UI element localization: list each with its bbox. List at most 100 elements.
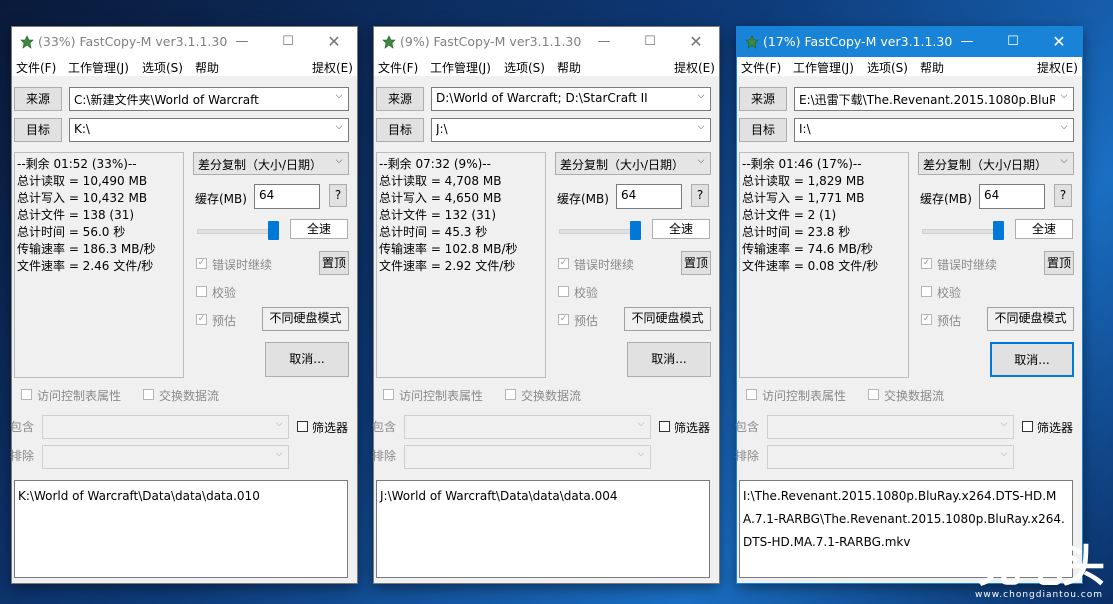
stream-checkbox[interactable] <box>505 389 516 400</box>
filter-checkbox[interactable] <box>297 421 308 432</box>
full-speed-button[interactable]: 全速 <box>652 219 710 239</box>
minimize-icon[interactable]: — <box>581 27 627 57</box>
menu-jobs[interactable]: 工作管理(J) <box>68 59 129 76</box>
menu-file[interactable]: 文件(F) <box>16 59 56 76</box>
copy-mode-select[interactable]: 差分复制（大小/日期） ⌵ <box>918 152 1074 175</box>
diff-disk-mode-box[interactable]: 不同硬盘模式 <box>262 307 349 331</box>
estimate-checkbox[interactable]: ✓ <box>558 314 569 325</box>
diff-disk-mode-box[interactable]: 不同硬盘模式 <box>987 307 1074 331</box>
help-button[interactable]: ? <box>1054 184 1072 207</box>
speed-slider-thumb[interactable] <box>993 221 1004 240</box>
maximize-icon[interactable]: ☐ <box>627 27 673 57</box>
chevron-down-icon[interactable]: ⌵ <box>273 419 285 429</box>
chevron-down-icon[interactable]: ⌵ <box>695 156 707 166</box>
chevron-down-icon[interactable]: ⌵ <box>333 156 345 166</box>
menu-jobs[interactable]: 工作管理(J) <box>793 59 854 76</box>
topmost-button[interactable]: 置顶 <box>681 251 711 275</box>
verify-checkbox[interactable] <box>921 286 932 297</box>
filter-checkbox[interactable] <box>659 421 670 432</box>
chevron-down-icon[interactable]: ⌵ <box>695 122 707 132</box>
menu-help[interactable]: 帮助 <box>557 59 581 76</box>
speed-slider-track[interactable] <box>197 229 279 234</box>
cancel-button[interactable]: 取消... <box>627 342 711 377</box>
chevron-down-icon[interactable]: ⌵ <box>1058 91 1070 101</box>
full-speed-button[interactable]: 全速 <box>1015 219 1073 239</box>
help-button[interactable]: ? <box>329 184 347 207</box>
include-combo[interactable]: ⌵ <box>767 415 1014 439</box>
chevron-down-icon[interactable]: ⌵ <box>998 419 1010 429</box>
menu-elevate[interactable]: 提权(E) <box>312 59 353 76</box>
diff-disk-mode-box[interactable]: 不同硬盘模式 <box>624 307 711 331</box>
stream-checkbox[interactable] <box>143 389 154 400</box>
menu-jobs[interactable]: 工作管理(J) <box>430 59 491 76</box>
source-path-combo[interactable]: E:\迅雷下载\The.Revenant.2015.1080p.BluRay ⌵ <box>794 87 1074 111</box>
cancel-button[interactable]: 取消... <box>990 342 1074 377</box>
menu-elevate[interactable]: 提权(E) <box>674 59 715 76</box>
title-bar[interactable]: (9%) FastCopy-M ver3.1.1.30 — ☐ ✕ <box>374 27 719 57</box>
close-icon[interactable]: ✕ <box>1036 27 1082 57</box>
menu-help[interactable]: 帮助 <box>920 59 944 76</box>
menu-options[interactable]: 选项(S) <box>867 59 908 76</box>
source-button[interactable]: 来源 <box>14 87 62 111</box>
menu-options[interactable]: 选项(S) <box>504 59 545 76</box>
minimize-icon[interactable]: — <box>219 27 265 57</box>
minimize-icon[interactable]: — <box>944 27 990 57</box>
help-button[interactable]: ? <box>691 184 709 207</box>
copy-mode-select[interactable]: 差分复制（大小/日期） ⌵ <box>193 152 349 175</box>
include-combo[interactable]: ⌵ <box>42 415 289 439</box>
maximize-icon[interactable]: ☐ <box>990 27 1036 57</box>
source-path-combo[interactable]: D:\World of Warcraft; D:\StarCraft II ⌵ <box>431 87 711 111</box>
topmost-button[interactable]: 置顶 <box>319 251 349 275</box>
speed-slider-thumb[interactable] <box>630 221 641 240</box>
menu-elevate[interactable]: 提权(E) <box>1037 59 1078 76</box>
dest-path-combo[interactable]: J:\ ⌵ <box>431 118 711 142</box>
verify-checkbox[interactable] <box>558 286 569 297</box>
exclude-combo[interactable]: ⌵ <box>42 445 289 469</box>
chevron-down-icon[interactable]: ⌵ <box>333 122 345 132</box>
acl-checkbox[interactable] <box>383 389 394 400</box>
continue-on-error-checkbox[interactable]: ✓ <box>196 258 207 269</box>
dest-button[interactable]: 目标 <box>739 118 787 142</box>
maximize-icon[interactable]: ☐ <box>265 27 311 57</box>
filter-checkbox[interactable] <box>1022 421 1033 432</box>
continue-on-error-checkbox[interactable]: ✓ <box>558 258 569 269</box>
exclude-combo[interactable]: ⌵ <box>767 445 1014 469</box>
stream-checkbox[interactable] <box>868 389 879 400</box>
chevron-down-icon[interactable]: ⌵ <box>333 91 345 101</box>
title-bar[interactable]: (17%) FastCopy-M ver3.1.1.30 — ☐ ✕ <box>737 27 1082 57</box>
log-output-box[interactable]: J:\World of Warcraft\Data\data\data.004 <box>376 480 710 578</box>
speed-slider-track[interactable] <box>559 229 641 234</box>
chevron-down-icon[interactable]: ⌵ <box>273 449 285 459</box>
dest-button[interactable]: 目标 <box>14 118 62 142</box>
include-combo[interactable]: ⌵ <box>404 415 651 439</box>
acl-checkbox[interactable] <box>746 389 757 400</box>
chevron-down-icon[interactable]: ⌵ <box>1058 156 1070 166</box>
chevron-down-icon[interactable]: ⌵ <box>998 449 1010 459</box>
chevron-down-icon[interactable]: ⌵ <box>635 419 647 429</box>
buffer-size-input[interactable]: 64 <box>254 184 320 209</box>
topmost-button[interactable]: 置顶 <box>1044 251 1074 275</box>
menu-options[interactable]: 选项(S) <box>142 59 183 76</box>
menu-file[interactable]: 文件(F) <box>378 59 418 76</box>
estimate-checkbox[interactable]: ✓ <box>921 314 932 325</box>
dest-path-combo[interactable]: K:\ ⌵ <box>69 118 349 142</box>
close-icon[interactable]: ✕ <box>673 27 719 57</box>
buffer-size-input[interactable]: 64 <box>979 184 1045 209</box>
log-output-box[interactable]: K:\World of Warcraft\Data\data\data.010 <box>14 480 348 578</box>
copy-mode-select[interactable]: 差分复制（大小/日期） ⌵ <box>555 152 711 175</box>
menu-file[interactable]: 文件(F) <box>741 59 781 76</box>
dest-path-combo[interactable]: I:\ ⌵ <box>794 118 1074 142</box>
acl-checkbox[interactable] <box>21 389 32 400</box>
menu-help[interactable]: 帮助 <box>195 59 219 76</box>
dest-button[interactable]: 目标 <box>376 118 424 142</box>
title-bar[interactable]: (33%) FastCopy-M ver3.1.1.30 — ☐ ✕ <box>12 27 357 57</box>
buffer-size-input[interactable]: 64 <box>616 184 682 209</box>
cancel-button[interactable]: 取消... <box>265 342 349 377</box>
estimate-checkbox[interactable]: ✓ <box>196 314 207 325</box>
source-button[interactable]: 来源 <box>739 87 787 111</box>
full-speed-button[interactable]: 全速 <box>290 219 348 239</box>
chevron-down-icon[interactable]: ⌵ <box>695 91 707 101</box>
chevron-down-icon[interactable]: ⌵ <box>635 449 647 459</box>
verify-checkbox[interactable] <box>196 286 207 297</box>
speed-slider-track[interactable] <box>922 229 1004 234</box>
